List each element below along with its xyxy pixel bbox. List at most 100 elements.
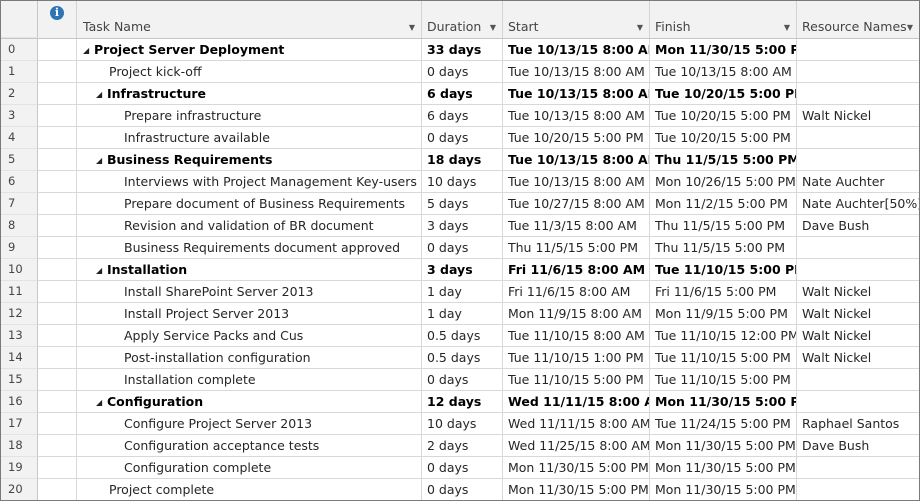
start-cell[interactable]: Wed 11/25/15 8:00 AM: [503, 435, 650, 457]
finish-cell[interactable]: Tue 11/10/15 5:00 PM: [650, 259, 797, 281]
row-id-cell[interactable]: 11: [1, 281, 38, 303]
row-id-cell[interactable]: 2: [1, 83, 38, 105]
resource-names-cell[interactable]: [797, 391, 919, 413]
summary-task-row[interactable]: 0 ◢ Project Server Deployment 33 days Tue 10…: [1, 39, 919, 61]
start-cell[interactable]: Tue 10/13/15 8:00 AM: [503, 149, 650, 171]
finish-cell[interactable]: Tue 10/20/15 5:00 PM: [650, 127, 797, 149]
duration-cell[interactable]: 33 days: [422, 39, 503, 61]
row-id-cell[interactable]: 4: [1, 127, 38, 149]
start-cell[interactable]: Thu 11/5/15 5:00 PM: [503, 237, 650, 259]
duration-cell[interactable]: 1 day: [422, 281, 503, 303]
row-id-cell[interactable]: 18: [1, 435, 38, 457]
task-row[interactable]: 13 Apply Service Packs and Cus 0.5 days Tue…: [1, 325, 919, 347]
row-id-cell[interactable]: 16: [1, 391, 38, 413]
task-row[interactable]: 18 Configuration acceptance tests 2 days We…: [1, 435, 919, 457]
finish-cell[interactable]: Mon 11/9/15 5:00 PM: [650, 303, 797, 325]
summary-task-row[interactable]: 16 ◢ Configuration 12 days Wed 11/11/15 8:00…: [1, 391, 919, 413]
resource-names-cell[interactable]: [797, 259, 919, 281]
task-name-cell[interactable]: Project complete: [77, 479, 422, 500]
task-name-cell[interactable]: Interviews with Project Management Key-u…: [77, 171, 422, 193]
start-cell[interactable]: Tue 10/13/15 8:00 AM: [503, 83, 650, 105]
finish-cell[interactable]: Tue 11/10/15 5:00 PM: [650, 369, 797, 391]
task-name-cell[interactable]: Prepare infrastructure: [77, 105, 422, 127]
duration-cell[interactable]: 0 days: [422, 127, 503, 149]
resource-names-cell[interactable]: Walt Nickel: [797, 105, 919, 127]
task-name-cell[interactable]: Apply Service Packs and Cus: [77, 325, 422, 347]
duration-cell[interactable]: 0 days: [422, 457, 503, 479]
resource-names-cell[interactable]: Walt Nickel: [797, 325, 919, 347]
finish-cell[interactable]: Mon 11/30/15 5:00 PM: [650, 435, 797, 457]
start-cell[interactable]: Wed 11/11/15 8:00 AM: [503, 391, 650, 413]
task-row[interactable]: 9 Business Requirements document approved…: [1, 237, 919, 259]
row-id-cell[interactable]: 12: [1, 303, 38, 325]
resource-names-cell[interactable]: [797, 39, 919, 61]
duration-cell[interactable]: 12 days: [422, 391, 503, 413]
duration-cell[interactable]: 18 days: [422, 149, 503, 171]
chevron-down-icon[interactable]: ▼: [490, 23, 496, 32]
finish-cell[interactable]: Mon 11/30/15 5:00 PM: [650, 391, 797, 413]
duration-cell[interactable]: 2 days: [422, 435, 503, 457]
select-all-corner[interactable]: [1, 1, 38, 38]
finish-cell[interactable]: Thu 11/5/15 5:00 PM: [650, 149, 797, 171]
row-id-cell[interactable]: 9: [1, 237, 38, 259]
chevron-down-icon[interactable]: ▼: [907, 23, 913, 32]
start-cell[interactable]: Tue 10/13/15 8:00 AM: [503, 39, 650, 61]
row-id-cell[interactable]: 3: [1, 105, 38, 127]
finish-cell[interactable]: Mon 11/2/15 5:00 PM: [650, 193, 797, 215]
resource-names-cell[interactable]: Dave Bush: [797, 435, 919, 457]
resource-names-cell[interactable]: [797, 61, 919, 83]
task-name-cell[interactable]: ◢ Configuration: [77, 391, 422, 413]
task-row[interactable]: 3 Prepare infrastructure 6 days Tue 10/13/1…: [1, 105, 919, 127]
start-cell[interactable]: Tue 11/3/15 8:00 AM: [503, 215, 650, 237]
collapse-triangle-icon[interactable]: ◢: [96, 392, 107, 412]
duration-column-header[interactable]: Duration ▼: [422, 1, 503, 38]
task-row[interactable]: 1 Project kick-off 0 days Tue 10/13/15 8:00…: [1, 61, 919, 83]
start-column-header[interactable]: Start ▼: [503, 1, 650, 38]
duration-cell[interactable]: 3 days: [422, 259, 503, 281]
task-row[interactable]: 12 Install Project Server 2013 1 day Mon 11…: [1, 303, 919, 325]
duration-cell[interactable]: 0.5 days: [422, 347, 503, 369]
start-cell[interactable]: Mon 11/30/15 5:00 PM: [503, 457, 650, 479]
task-name-cell[interactable]: Installation complete: [77, 369, 422, 391]
task-row[interactable]: 15 Installation complete 0 days Tue 11/10/1…: [1, 369, 919, 391]
task-row[interactable]: 11 Install SharePoint Server 2013 1 day Fri…: [1, 281, 919, 303]
resource-names-cell[interactable]: [797, 127, 919, 149]
row-id-cell[interactable]: 19: [1, 457, 38, 479]
row-id-cell[interactable]: 1: [1, 61, 38, 83]
start-cell[interactable]: Tue 10/13/15 8:00 AM: [503, 105, 650, 127]
start-cell[interactable]: Fri 11/6/15 8:00 AM: [503, 259, 650, 281]
finish-cell[interactable]: Tue 10/20/15 5:00 PM: [650, 105, 797, 127]
duration-cell[interactable]: 6 days: [422, 83, 503, 105]
resource-names-cell[interactable]: Walt Nickel: [797, 281, 919, 303]
duration-cell[interactable]: 5 days: [422, 193, 503, 215]
start-cell[interactable]: Tue 11/10/15 5:00 PM: [503, 369, 650, 391]
task-name-cell[interactable]: ◢ Infrastructure: [77, 83, 422, 105]
task-name-cell[interactable]: Configuration acceptance tests: [77, 435, 422, 457]
start-cell[interactable]: Tue 10/20/15 5:00 PM: [503, 127, 650, 149]
resource-names-cell[interactable]: Nate Auchter[50%]: [797, 193, 919, 215]
task-name-cell[interactable]: Configure Project Server 2013: [77, 413, 422, 435]
task-name-cell[interactable]: Configuration complete: [77, 457, 422, 479]
row-id-cell[interactable]: 10: [1, 259, 38, 281]
duration-cell[interactable]: 3 days: [422, 215, 503, 237]
task-name-cell[interactable]: ◢ Installation: [77, 259, 422, 281]
summary-task-row[interactable]: 5 ◢ Business Requirements 18 days Tue 10/13/…: [1, 149, 919, 171]
resource-names-cell[interactable]: Raphael Santos: [797, 413, 919, 435]
finish-cell[interactable]: Tue 11/24/15 5:00 PM: [650, 413, 797, 435]
row-id-cell[interactable]: 5: [1, 149, 38, 171]
start-cell[interactable]: Mon 11/9/15 8:00 AM: [503, 303, 650, 325]
start-cell[interactable]: Tue 10/13/15 8:00 AM: [503, 61, 650, 83]
task-name-cell[interactable]: Post-installation configuration: [77, 347, 422, 369]
resource-names-cell[interactable]: [797, 479, 919, 500]
task-row[interactable]: 7 Prepare document of Business Requiremen…: [1, 193, 919, 215]
duration-cell[interactable]: 10 days: [422, 413, 503, 435]
row-id-cell[interactable]: 20: [1, 479, 38, 500]
duration-cell[interactable]: 0 days: [422, 61, 503, 83]
finish-cell[interactable]: Tue 11/10/15 12:00 PM: [650, 325, 797, 347]
row-id-cell[interactable]: 7: [1, 193, 38, 215]
resource-names-cell[interactable]: Nate Auchter: [797, 171, 919, 193]
task-row[interactable]: 6 Interviews with Project Management Key-…: [1, 171, 919, 193]
row-id-cell[interactable]: 0: [1, 39, 38, 61]
finish-cell[interactable]: Mon 11/30/15 5:00 PM: [650, 479, 797, 500]
task-name-cell[interactable]: Prepare document of Business Requirement…: [77, 193, 422, 215]
